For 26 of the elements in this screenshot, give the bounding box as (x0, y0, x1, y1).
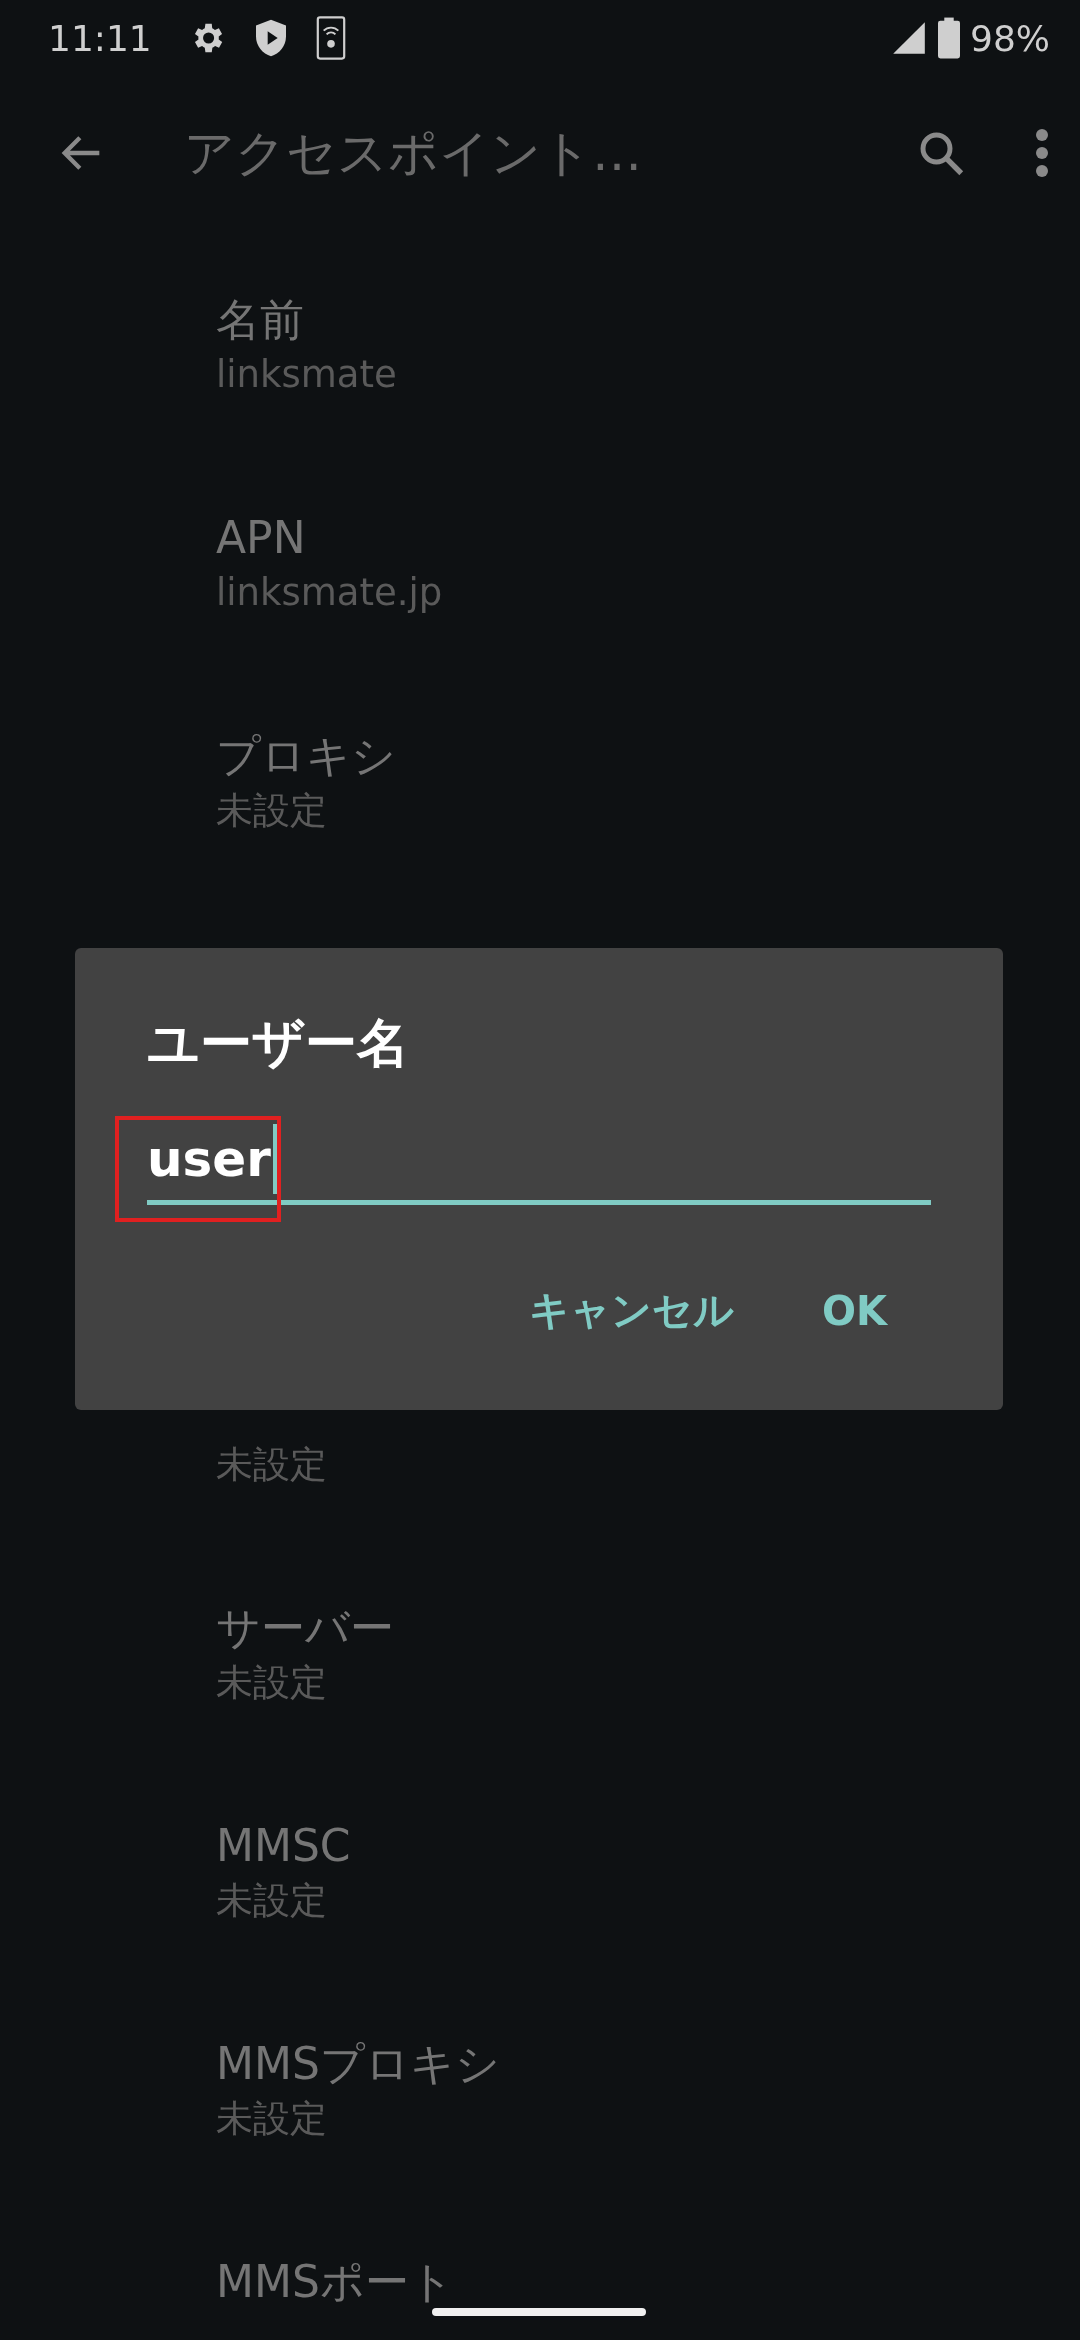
setting-title[interactable]: MMSC (216, 1816, 351, 1876)
setting-value: 未設定 (216, 1660, 327, 1706)
setting-value: linksmate (216, 352, 397, 398)
setting-title[interactable]: 名前 (216, 290, 304, 350)
dialog-title: ユーザー名 (147, 1012, 410, 1075)
setting-value: 未設定 (216, 1442, 327, 1488)
setting-title[interactable]: プロキシ (216, 726, 396, 786)
setting-value: 未設定 (216, 2096, 327, 2142)
dialog-button[interactable]: キャンセル (515, 1275, 748, 1346)
setting-title[interactable]: MMSプロキシ (216, 2034, 500, 2094)
status-time: 11:11 (48, 17, 152, 59)
shield-icon (253, 18, 288, 58)
signal-icon (890, 19, 928, 57)
setting-value: 未設定 (216, 788, 327, 834)
phone-wifi-icon (315, 16, 346, 60)
setting-title[interactable]: MMSポート (216, 2252, 454, 2312)
setting-title[interactable]: APN (216, 508, 306, 568)
input-field[interactable]: user (147, 1118, 931, 1205)
toolbar-title: アクセスポイント… (184, 122, 643, 184)
more-menu-button[interactable] (1034, 127, 1050, 179)
setting-value: linksmate.jp (216, 570, 443, 616)
setting-title[interactable]: サーバー (216, 1598, 394, 1658)
setting-value: 未設定 (216, 1878, 327, 1924)
battery-icon (938, 17, 960, 59)
dialog-button[interactable]: OK (808, 1275, 901, 1346)
battery-percent: 98% (970, 17, 1050, 59)
